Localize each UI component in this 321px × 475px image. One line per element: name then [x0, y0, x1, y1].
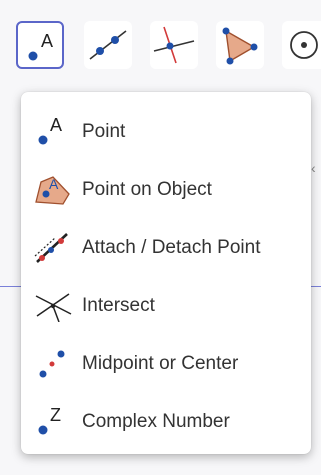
point-letter: A	[50, 115, 62, 135]
point-tool-button[interactable]: A	[16, 21, 64, 69]
menu-item-intersect[interactable]: Intersect	[21, 276, 311, 334]
menu-item-label: Complex Number	[82, 411, 230, 432]
intersect-icon	[35, 293, 72, 322]
polygon-icon	[222, 27, 258, 65]
point-a-icon: A	[28, 31, 53, 61]
menu-item-attach-detach-point[interactable]: Attach / Detach Point	[21, 218, 311, 276]
background-chevron-icon: ‹	[311, 160, 316, 176]
menu-item-point[interactable]: A Point	[21, 102, 311, 160]
circle-icon	[290, 31, 318, 59]
menu-item-label: Intersect	[82, 295, 155, 316]
polygon-tool-button[interactable]	[216, 21, 264, 69]
point-letter: A	[41, 31, 53, 51]
menu-item-label: Point on Object	[82, 179, 212, 200]
circle-tool-button[interactable]	[282, 21, 321, 69]
midpoint-icon	[39, 350, 65, 378]
perpendicular-icon	[153, 26, 195, 64]
menu-item-point-on-object[interactable]: A Point on Object	[21, 160, 311, 218]
attach-detach-icon	[34, 233, 68, 263]
point-tools-menu: A Point A Point on Object Attach / Detac…	[21, 92, 311, 454]
complex-number-icon: Z	[38, 405, 61, 435]
menu-item-label: Midpoint or Center	[82, 353, 239, 374]
background-divider-top	[0, 286, 21, 287]
menu-item-midpoint-or-center[interactable]: Midpoint or Center	[21, 334, 311, 392]
line-icon	[89, 30, 127, 60]
menu-item-complex-number[interactable]: Z Complex Number	[21, 392, 311, 450]
point-on-object-icon: A	[35, 176, 70, 205]
background-divider-right	[311, 286, 321, 287]
line-tool-button[interactable]	[84, 21, 132, 69]
toolbar: A	[0, 0, 321, 100]
complex-letter: Z	[50, 405, 61, 425]
perpendicular-tool-button[interactable]	[150, 21, 198, 69]
menu-item-label: Point	[82, 121, 126, 142]
menu-item-label: Attach / Detach Point	[82, 237, 261, 258]
point-letter: A	[49, 176, 59, 192]
point-a-icon: A	[38, 115, 62, 145]
